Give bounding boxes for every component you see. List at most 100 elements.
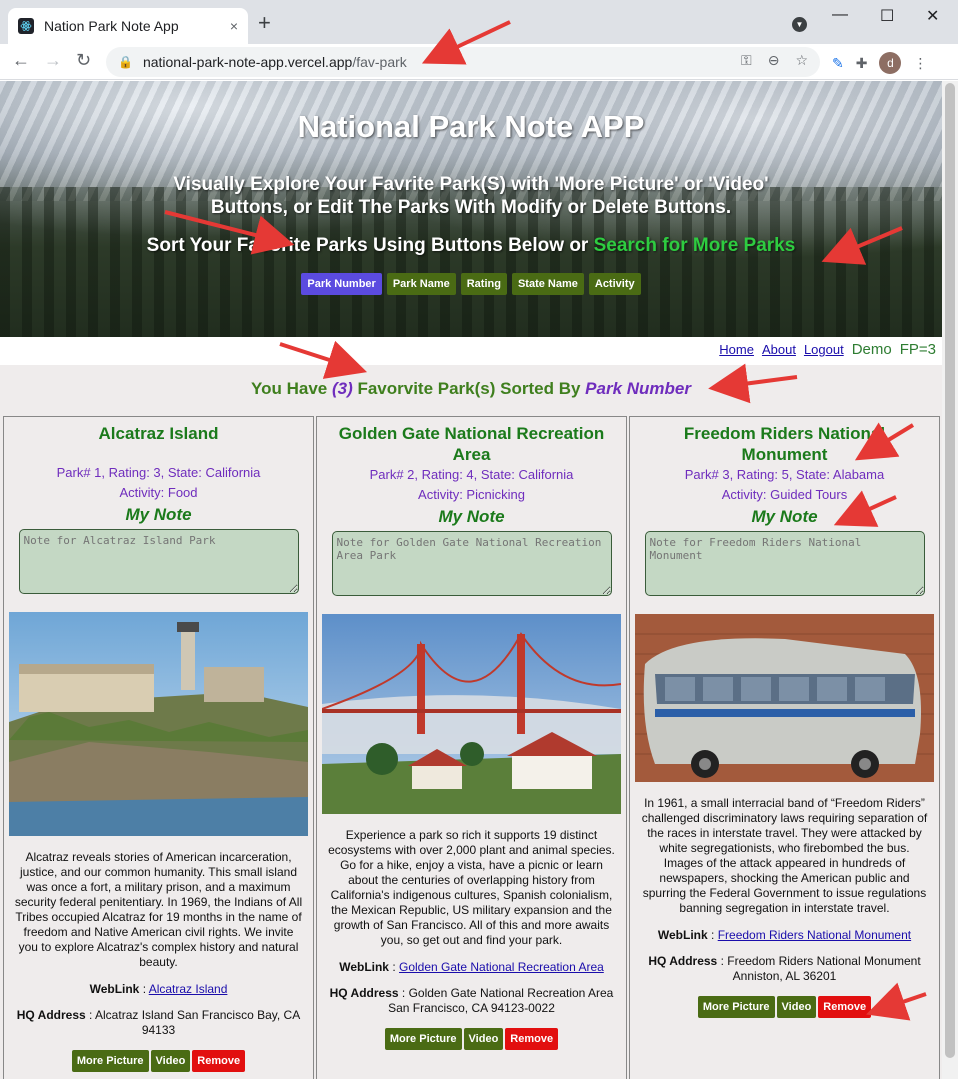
hq-text: Freedom Riders National Monument Annisto… (727, 954, 921, 983)
weblink-link[interactable]: Golden Gate National Recreation Area (399, 960, 604, 974)
browser-tab[interactable]: Nation Park Note App × (8, 8, 248, 44)
weblink-link[interactable]: Alcatraz Island (149, 982, 228, 996)
extensions-puzzle-icon[interactable]: ✚ (856, 55, 868, 72)
remove-button[interactable]: Remove (192, 1050, 246, 1072)
fav-park-count: FP=3 (899, 341, 936, 358)
hq-text: Golden Gate National Recreation Area San… (388, 986, 614, 1015)
remove-button[interactable]: Remove (818, 996, 872, 1018)
park-description: Alcatraz reveals stories of American inc… (14, 850, 303, 969)
weblink-row: WebLink : Golden Gate National Recreatio… (339, 960, 604, 974)
page-content: National Park Note APP Visually Explore … (0, 81, 942, 1079)
sorted-summary-heading: You Have (3) Favorvite Park(s) Sorted By… (0, 379, 942, 399)
park-meta: Park# 3, Rating: 5, State: Alabama (684, 467, 885, 482)
summary-prefix: You Have (251, 379, 332, 398)
card-actions: More Picture Video Remove (4, 1050, 313, 1072)
forward-arrow-icon[interactable]: → (44, 50, 62, 71)
park-card-golden-gate: Golden Gate National Recreation Area Par… (316, 416, 627, 1079)
nav-logout-link[interactable]: Logout (804, 342, 844, 357)
zoom-icon[interactable]: ⊖ (768, 52, 780, 69)
page-scrollbar[interactable] (942, 81, 958, 1079)
sort-activity-button[interactable]: Activity (588, 273, 641, 295)
back-arrow-icon[interactable]: ← (12, 50, 30, 71)
more-picture-button[interactable]: More Picture (384, 1028, 462, 1050)
search-parks-link[interactable]: Search for More Parks (594, 235, 796, 256)
weblink-label: WebLink (89, 982, 140, 996)
weblink-link[interactable]: Freedom Riders National Monument (718, 928, 911, 942)
video-button[interactable]: Video (463, 1028, 504, 1050)
park-photo (9, 612, 308, 836)
hq-label: HQ Address (648, 954, 718, 968)
hq-address: HQ Address : Alcatraz Island San Francis… (16, 1008, 301, 1037)
tab-title: Nation Park Note App (44, 18, 179, 34)
maximize-button[interactable]: ☐ (880, 6, 894, 26)
video-button[interactable]: Video (150, 1050, 191, 1072)
park-card-freedom-riders: Freedom Riders National Monument Park# 3… (629, 416, 940, 1079)
park-activity: Activity: Food (119, 485, 198, 500)
tab-close-icon[interactable]: × (230, 18, 238, 34)
close-window-button[interactable]: ✕ (926, 6, 939, 26)
top-nav: Home About Logout Demo FP=3 (0, 337, 942, 365)
park-meta: Park# 2, Rating: 4, State: California (369, 467, 574, 482)
summary-sort-by: Park Number (585, 379, 691, 398)
reload-icon[interactable]: ↻ (76, 50, 91, 71)
card-actions: More Picture Video Remove (630, 996, 939, 1018)
eyedropper-extension-icon[interactable]: ✎ (832, 55, 844, 72)
park-card-alcatraz: Alcatraz Island Park# 1, Rating: 3, Stat… (3, 416, 314, 1079)
user-name: Demo (851, 341, 892, 358)
minimize-button[interactable]: — (832, 6, 848, 24)
my-note-label: My Note (438, 507, 505, 526)
summary-count: (3) (331, 379, 353, 398)
park-title: Alcatraz Island (98, 424, 219, 443)
browser-toolbar: ← → ↻ 🔒 national-park-note-app.vercel.ap… (0, 44, 958, 80)
nav-home-link[interactable]: Home (719, 342, 754, 357)
profile-avatar[interactable]: d (879, 52, 902, 74)
sort-text: Sort Your Favorite Parks Using Buttons B… (146, 235, 594, 256)
tab-search-icon[interactable]: ▼ (792, 17, 807, 32)
hq-address: HQ Address : Golden Gate National Recrea… (329, 986, 614, 1015)
note-textarea[interactable] (331, 531, 612, 596)
hero-subtitle: Visually Explore Your Favrite Park(S) wi… (173, 174, 769, 218)
weblink-row: WebLink : Freedom Riders National Monume… (657, 928, 912, 942)
summary-middle: Favorvite Park(s) Sorted By (352, 379, 586, 398)
bookmark-star-icon[interactable]: ☆ (795, 52, 808, 69)
park-cards: Alcatraz Island Park# 1, Rating: 3, Stat… (3, 416, 942, 1079)
lock-icon[interactable]: 🔒 (118, 55, 133, 69)
my-note-label: My Note (125, 505, 192, 524)
card-actions: More Picture Video Remove (317, 1028, 626, 1050)
park-description: In 1961, a small interracial band of “Fr… (641, 796, 928, 915)
more-picture-button[interactable]: More Picture (71, 1050, 149, 1072)
sort-instructions: Sort Your Favorite Parks Using Buttons B… (0, 235, 942, 257)
sort-park-number-button[interactable]: Park Number (301, 273, 382, 295)
weblink-label: WebLink (339, 960, 389, 974)
note-textarea[interactable] (18, 529, 299, 594)
hq-label: HQ Address (16, 1008, 86, 1022)
weblink-row: WebLink : Alcatraz Island (89, 982, 228, 996)
hq-label: HQ Address (329, 986, 399, 1000)
note-textarea[interactable] (644, 531, 925, 596)
more-picture-button[interactable]: More Picture (697, 996, 775, 1018)
park-activity: Activity: Guided Tours (721, 487, 848, 502)
key-icon[interactable]: ⚿ (741, 52, 752, 69)
address-bar[interactable]: 🔒 national-park-note-app.vercel.app/fav-… (106, 47, 820, 77)
hero-banner: National Park Note APP Visually Explore … (0, 81, 942, 337)
video-button[interactable]: Video (776, 996, 817, 1018)
remove-button[interactable]: Remove (505, 1028, 559, 1050)
nav-about-link[interactable]: About (762, 342, 796, 357)
hq-text: Alcatraz Island San Francisco Bay, CA 94… (95, 1008, 301, 1037)
scrollbar-thumb[interactable] (945, 83, 955, 1058)
park-description: Experience a park so rich it supports 19… (328, 828, 615, 947)
weblink-label: WebLink (657, 928, 708, 942)
park-title: Freedom Riders National Monument (683, 424, 886, 464)
browser-tab-bar: Nation Park Note App × + ▼ — ☐ ✕ (0, 0, 958, 44)
sort-button-group: Park Number Park Name Rating State Name … (0, 273, 942, 295)
park-title: Golden Gate National Recreation Area (338, 424, 605, 464)
park-photo (322, 614, 621, 814)
sort-rating-button[interactable]: Rating (460, 273, 507, 295)
new-tab-button[interactable]: + (258, 10, 271, 36)
app-title: National Park Note APP (297, 109, 645, 144)
menu-kebab-icon[interactable]: ⋮ (913, 55, 927, 72)
sort-state-name-button[interactable]: State Name (511, 273, 584, 295)
park-activity: Activity: Picnicking (418, 487, 525, 502)
sort-park-name-button[interactable]: Park Name (386, 273, 456, 295)
url-host: national-park-note-app.vercel.app (142, 54, 353, 70)
